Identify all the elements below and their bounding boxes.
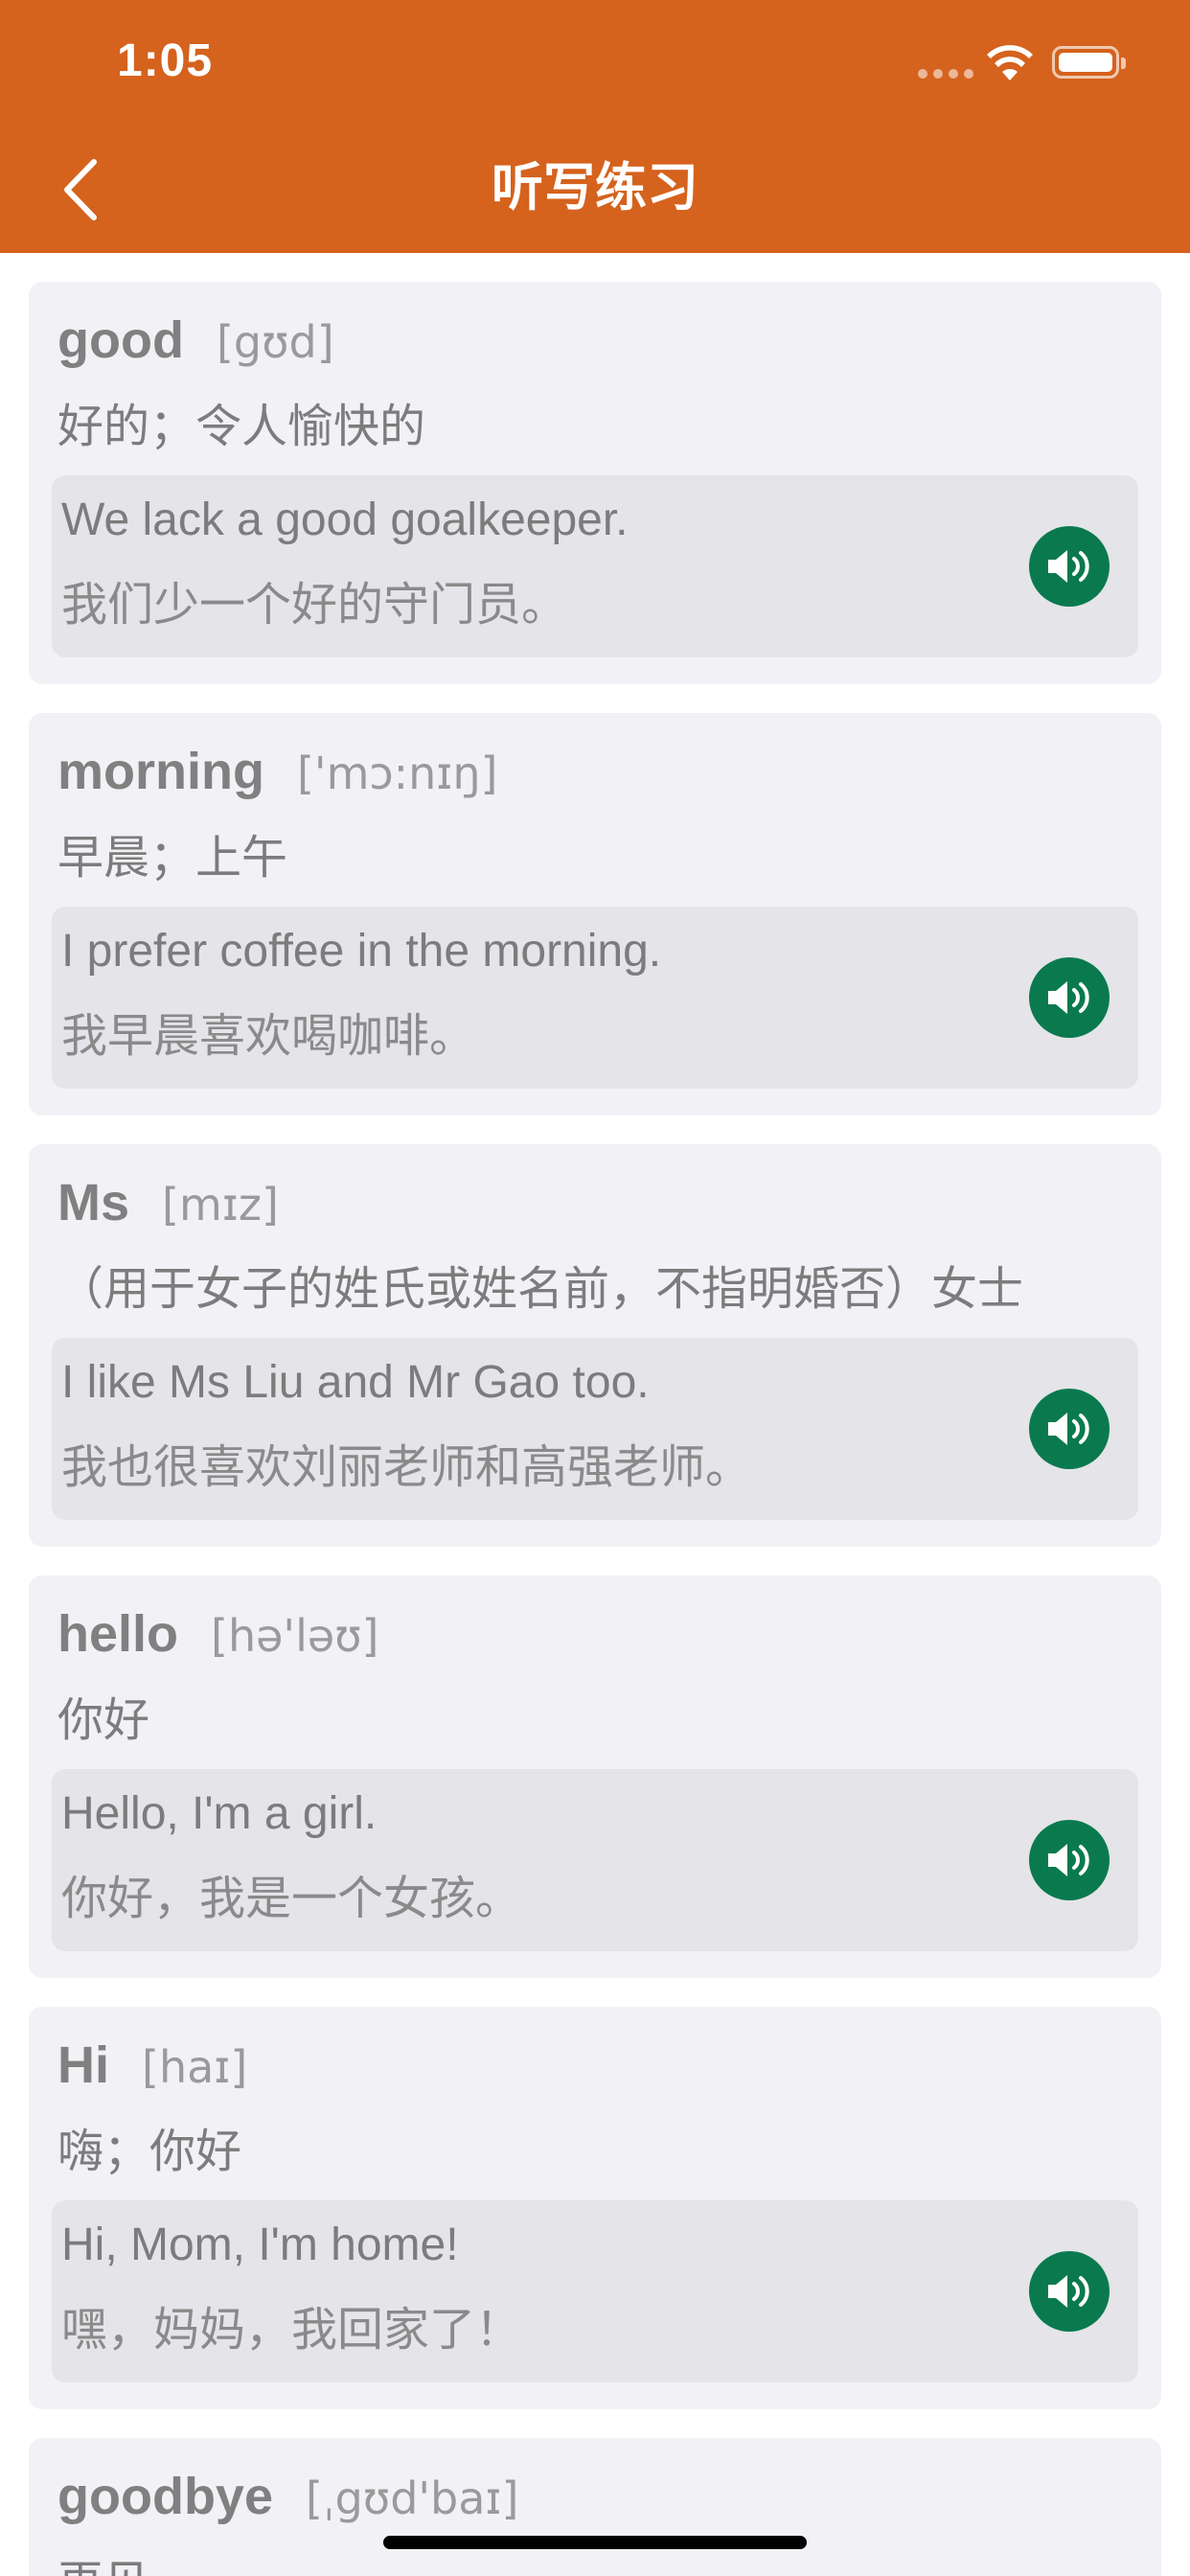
word-phonetic: [haɪ] (142, 2041, 248, 2093)
word-card: morning ['mɔ:nɪŋ] 早晨；上午 I prefer coffee … (29, 713, 1161, 1116)
word-text: morning (57, 743, 264, 800)
word-meaning: 你好 (57, 1693, 150, 1747)
speaker-icon (1048, 981, 1089, 1014)
example-sentence: I prefer coffee in the morning. 我早晨喜欢喝咖啡… (52, 907, 1138, 1089)
word-header: good [gʊd] (57, 310, 334, 381)
status-time: 1:05 (117, 35, 214, 86)
example-english: We lack a good goalkeeper. (61, 494, 629, 545)
play-audio-button[interactable] (1029, 526, 1110, 607)
example-chinese: 我早晨喜欢喝咖啡。 (61, 1009, 476, 1063)
play-audio-button[interactable] (1029, 1389, 1110, 1469)
word-header: goodbye [ˌgʊd'baɪ] (57, 2467, 518, 2538)
word-text: goodbye (57, 2468, 273, 2525)
word-phonetic: [ˌgʊd'baɪ] (306, 2472, 519, 2524)
word-text: Ms (57, 1174, 130, 1231)
speaker-icon (1048, 2275, 1089, 2308)
example-english: I like Ms Liu and Mr Gao too. (61, 1357, 650, 1408)
word-text: hello (57, 1605, 179, 1663)
example-sentence: I like Ms Liu and Mr Gao too. 我也很喜欢刘丽老师和… (52, 1338, 1138, 1520)
word-meaning: 早晨；上午 (57, 831, 288, 885)
word-header: morning ['mɔ:nɪŋ] (57, 742, 498, 813)
example-sentence: We lack a good goalkeeper. 我们少一个好的守门员。 (52, 475, 1138, 657)
example-chinese: 我也很喜欢刘丽老师和高强老师。 (61, 1440, 752, 1494)
nav-header: 1:05 听写练习 (0, 0, 1190, 253)
example-chinese: 你好，我是一个女孩。 (61, 1872, 522, 1925)
cellular-signal-icon (918, 69, 973, 79)
word-header: hello [hə'ləʊ] (57, 1604, 379, 1675)
speaker-icon (1048, 1413, 1089, 1445)
example-sentence: Hi, Mom, I'm home! 嘿，妈妈，我回家了！ (52, 2200, 1138, 2382)
word-phonetic: [mɪz] (162, 1179, 279, 1230)
speaker-icon (1048, 550, 1089, 583)
word-text: good (57, 311, 184, 369)
word-card: Ms [mɪz] （用于女子的姓氏或姓名前，不指明婚否）女士 I like Ms… (29, 1144, 1161, 1547)
play-audio-button[interactable] (1029, 2251, 1110, 2332)
word-meaning: 嗨；你好 (57, 2125, 242, 2178)
example-english: Hello, I'm a girl. (61, 1788, 378, 1839)
example-chinese: 我们少一个好的守门员。 (61, 578, 568, 632)
word-header: Hi [haɪ] (57, 2036, 247, 2106)
home-indicator[interactable] (383, 2536, 807, 2549)
word-text: Hi (57, 2036, 109, 2094)
word-card: good [gʊd] 好的；令人愉快的 We lack a good goalk… (29, 282, 1161, 684)
word-card: Hi [haɪ] 嗨；你好 Hi, Mom, I'm home! 嘿，妈妈，我回… (29, 2007, 1161, 2409)
example-sentence: Hello, I'm a girl. 你好，我是一个女孩。 (52, 1769, 1138, 1951)
example-chinese: 嘿，妈妈，我回家了！ (61, 2303, 522, 2357)
battery-icon (1052, 46, 1126, 79)
page-title: 听写练习 (492, 157, 698, 218)
word-card: hello [hə'ləʊ] 你好 Hello, I'm a girl. 你好，… (29, 1576, 1161, 1978)
word-meaning: （用于女子的姓氏或姓名前，不指明婚否）女士 (57, 1262, 1024, 1316)
word-header: Ms [mɪz] (57, 1173, 279, 1244)
word-meaning: 好的；令人愉快的 (57, 400, 426, 453)
play-audio-button[interactable] (1029, 1820, 1110, 1900)
wifi-icon (987, 45, 1033, 80)
example-english: Hi, Mom, I'm home! (61, 2220, 459, 2270)
word-meaning: 再见 (57, 2551, 1131, 2576)
word-card: goodbye [ˌgʊd'baɪ] 再见 (29, 2438, 1161, 2576)
speaker-icon (1048, 1844, 1089, 1876)
example-english: I prefer coffee in the morning. (61, 926, 662, 977)
word-phonetic: [gʊd] (216, 316, 334, 368)
play-audio-button[interactable] (1029, 957, 1110, 1038)
word-phonetic: [hə'ləʊ] (211, 1610, 379, 1662)
word-phonetic: ['mɔ:nɪŋ] (296, 748, 498, 799)
